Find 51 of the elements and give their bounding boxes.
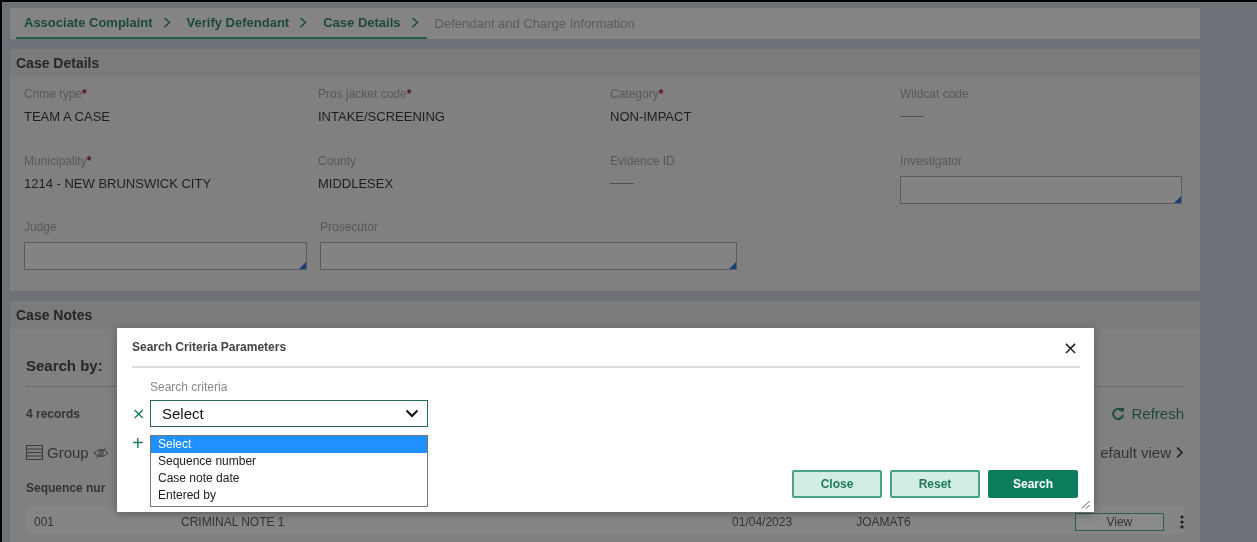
breadcrumb-step[interactable]: Case Details <box>315 8 427 39</box>
view-button[interactable]: View <box>1074 513 1165 531</box>
search-by-label: Search by: <box>26 357 103 374</box>
chevron-right-icon <box>162 17 171 28</box>
dialog-button[interactable]: Close <box>792 470 882 498</box>
dialog-button[interactable]: Search <box>988 470 1078 498</box>
field-value: 1214 - NEW BRUNSWICK CITY <box>24 176 213 191</box>
table-cell-text: 001 <box>34 515 56 529</box>
chevron-right-icon <box>299 17 308 28</box>
dropdown-option[interactable]: Entered by <box>151 487 427 504</box>
group-button[interactable]: Group <box>26 444 109 461</box>
field-value: MIDDLESEX <box>318 176 395 191</box>
record-count: 4 records <box>26 406 81 421</box>
field-value: TEAM A CASE <box>24 109 111 124</box>
input-field[interactable] <box>320 242 737 270</box>
column-header: Sequence nur <box>26 481 106 495</box>
section-title: Case Notes <box>16 307 93 323</box>
view-menu[interactable]: efault view <box>1100 444 1184 461</box>
list-icon <box>26 445 43 460</box>
chevron-down-icon <box>405 409 419 418</box>
more-icon[interactable] <box>1180 515 1184 529</box>
close-button[interactable]: × <box>1060 336 1080 358</box>
field-value: —— <box>900 109 925 123</box>
table-cell-text: CRIMINAL NOTE 1 <box>180 515 286 529</box>
dialog-button[interactable]: Reset <box>890 470 980 498</box>
breadcrumb-step[interactable]: Verify Defendant <box>178 8 316 39</box>
field-label: Search criteria <box>150 380 229 394</box>
field-label: Municipality* <box>24 154 93 168</box>
dropdown-option[interactable]: Case note date <box>151 470 427 487</box>
eye-slash-icon <box>92 446 109 459</box>
table-cell-text: JOAMAT6 <box>856 515 912 529</box>
chevron-right-icon <box>1175 446 1184 459</box>
refresh-link[interactable]: Refresh <box>1111 405 1184 422</box>
field-value: NON-IMPACT <box>610 109 693 124</box>
criteria-dropdown[interactable]: Select <box>150 400 428 427</box>
resize-grip-icon[interactable] <box>1081 500 1090 509</box>
dropdown-option[interactable]: Sequence number <box>151 453 427 470</box>
input-field[interactable] <box>900 176 1182 204</box>
remove-button[interactable]: × <box>132 404 144 423</box>
table-cell-text: 01/04/2023 <box>732 515 794 529</box>
section-title: Case Details <box>16 55 100 71</box>
field-label: Category* <box>610 87 665 101</box>
dropdown-option[interactable]: Select <box>151 436 427 453</box>
breadcrumb-step[interactable]: Associate Complaint <box>16 8 179 39</box>
add-button[interactable]: + <box>132 433 144 453</box>
input-field[interactable] <box>24 242 307 270</box>
refresh-icon <box>1111 406 1126 421</box>
dialog-title: Search Criteria Parameters <box>132 340 287 354</box>
chevron-right-icon <box>410 17 419 28</box>
field-value: INTAKE/SCREENING <box>318 109 446 124</box>
field-value: —— <box>610 176 635 190</box>
